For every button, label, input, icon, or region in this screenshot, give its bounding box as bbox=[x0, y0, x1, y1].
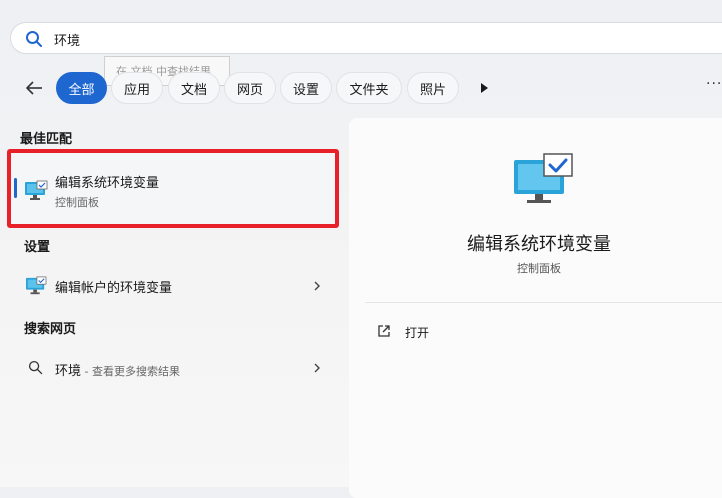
search-icon bbox=[26, 31, 42, 47]
web-search-query: 环境 bbox=[55, 364, 82, 379]
tab-folders[interactable]: 文件夹 bbox=[336, 72, 402, 104]
best-match-subtitle: 控制面板 bbox=[55, 196, 99, 209]
web-search-heading: 搜索网页 bbox=[24, 322, 77, 337]
preview-title: 编辑系统环境变量 bbox=[467, 234, 611, 255]
open-external-icon bbox=[378, 325, 390, 337]
web-search-suffix: - 查看更多搜索结果 bbox=[81, 365, 180, 378]
tab-documents[interactable]: 文档 bbox=[168, 72, 220, 104]
system-properties-icon bbox=[25, 180, 48, 200]
tab-apps[interactable]: 应用 bbox=[111, 72, 163, 104]
settings-item-title: 编辑帐户的环境变量 bbox=[55, 281, 173, 296]
open-label: 打开 bbox=[405, 326, 430, 340]
preview-subtitle: 控制面板 bbox=[517, 262, 561, 275]
search-input[interactable]: 环境 bbox=[54, 30, 80, 49]
search-icon bbox=[28, 360, 43, 375]
settings-heading: 设置 bbox=[24, 240, 51, 255]
tab-settings[interactable]: 设置 bbox=[280, 72, 332, 104]
more-tabs-play-icon[interactable] bbox=[476, 80, 492, 96]
open-action[interactable]: 打开 bbox=[367, 318, 567, 344]
tab-web[interactable]: 网页 bbox=[224, 72, 276, 104]
web-search-item-title: 环境 - 查看更多搜索结果 bbox=[55, 360, 180, 379]
divider bbox=[365, 302, 722, 303]
selection-indicator bbox=[14, 178, 17, 198]
search-box[interactable]: 环境 bbox=[10, 22, 722, 54]
best-match-title: 编辑系统环境变量 bbox=[55, 176, 160, 191]
chevron-right-icon bbox=[314, 363, 320, 373]
back-arrow-icon[interactable] bbox=[22, 76, 46, 100]
best-match-heading: 最佳匹配 bbox=[20, 132, 73, 147]
tab-all[interactable]: 全部 bbox=[56, 72, 107, 104]
system-properties-large-icon bbox=[514, 153, 573, 203]
preview-pane: 编辑系统环境变量 控制面板 打开 bbox=[349, 118, 722, 498]
environment-variables-icon bbox=[26, 276, 47, 295]
chevron-right-icon bbox=[314, 281, 320, 291]
tab-photos[interactable]: 照片 bbox=[407, 72, 459, 104]
more-options-icon[interactable]: ··· bbox=[706, 76, 722, 96]
